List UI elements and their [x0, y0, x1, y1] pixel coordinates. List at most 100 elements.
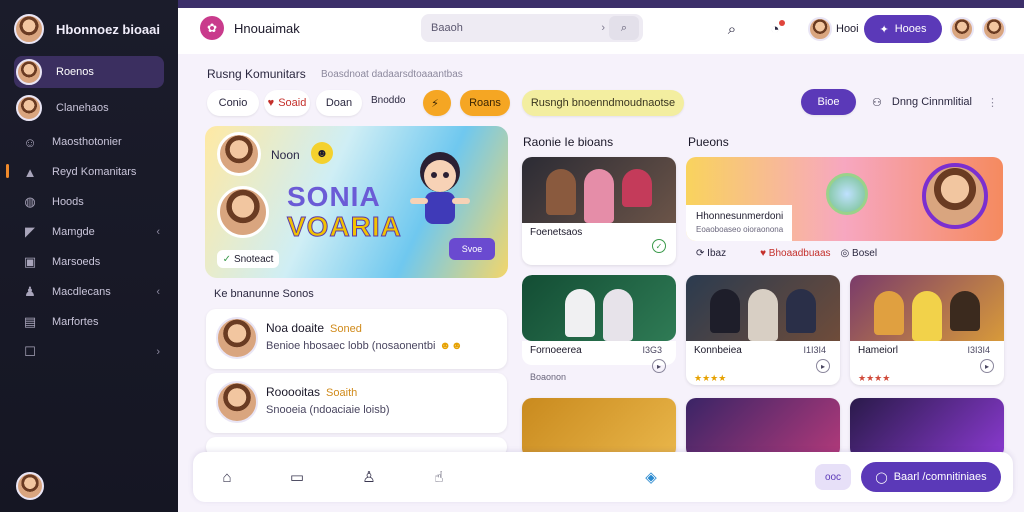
user-avatar[interactable] — [808, 17, 832, 41]
app-icon[interactable]: ◈ — [641, 467, 661, 487]
list-title: Ke bnanunne Sonos — [214, 288, 314, 300]
video-card[interactable]: Konnbeiea I1I3I4 ▸ ★★★★ — [686, 275, 840, 385]
chip-dnng[interactable]: ⚇ Dnng Cinnmlitial ⋮ — [864, 89, 1004, 115]
video-card[interactable]: Foenetsaos ✓ — [522, 157, 676, 265]
square-icon: ☐ — [24, 344, 36, 359]
card-meta: I3I3I4 — [967, 345, 990, 355]
message-name-text: Noa doaite — [266, 321, 325, 335]
profile-avatar[interactable] — [16, 472, 44, 500]
search-icon[interactable]: ⌕ — [609, 16, 639, 40]
chat-icon[interactable]: ▭ — [287, 467, 307, 487]
featured-caption-box: Hhonnesunmerdoni Eoaoboaseo oioraonona — [686, 205, 792, 241]
app-logo-icon[interactable]: ✿ — [200, 16, 224, 40]
search-input[interactable]: Baaoh › ⌕ — [421, 14, 643, 42]
view-toggle[interactable]: ooc — [815, 464, 851, 490]
heart-icon: ♥ — [267, 97, 275, 109]
chip-doan[interactable]: Doan — [316, 90, 362, 116]
check-icon[interactable]: ✓ — [652, 239, 666, 253]
sidebar-item-hoods[interactable]: ◍ Hoods — [14, 186, 164, 218]
video-card[interactable]: Fornoeerea I3G3 ▸ Boaonon — [522, 275, 676, 385]
message-text: Snooeia (ndoaciaie loisb) — [266, 404, 390, 416]
sidebar-item-label: Hoods — [52, 196, 84, 208]
sidebar-item-label: Macdlecans — [52, 286, 111, 298]
sidebar-item-clanehaos[interactable]: Clanehaos — [14, 92, 164, 124]
toggle-label: ooc — [824, 471, 842, 483]
action-three[interactable]: ◎ Bosel — [841, 248, 878, 259]
featured-actions: ⟳ Ibaz ♥ Bhoaadbuaas ◎ Bosel — [696, 248, 877, 259]
brand[interactable]: Hbonnoez bioaai — [14, 14, 160, 44]
page-title: Hnouaimak — [234, 21, 300, 36]
friend-avatar[interactable] — [950, 17, 974, 41]
hero-button[interactable]: Svoe — [449, 238, 495, 260]
video-card[interactable]: Hameiorl I3I3I4 ▸ ★★★★ — [850, 275, 1004, 385]
header-action-button[interactable]: ✦ Hooes — [864, 15, 942, 43]
header-action-label: Hooes — [894, 23, 927, 35]
community-button[interactable]: ◯ Baarl /comnitiniaes — [861, 462, 1001, 492]
sidebar-item-marsoeds[interactable]: ▣ Marsoeds — [14, 246, 164, 278]
community-subtitle: Boasdnoat dadaarsdtoaaantbas — [321, 69, 463, 80]
video-card[interactable] — [522, 398, 676, 458]
chip-label: Bioe — [817, 96, 840, 108]
play-icon[interactable]: ▸ — [980, 359, 994, 373]
smile-icon: ☺ — [23, 134, 37, 150]
sidebar-item-reyd-komanitars[interactable]: ▲ Reyd Komanitars — [14, 156, 164, 188]
message-tag: Soaith — [326, 387, 358, 399]
sidebar-item-macdlecans[interactable]: ♟ Macdlecans ‹ — [14, 276, 164, 308]
sidebar-item-more[interactable]: ☐ › — [14, 336, 164, 368]
play-icon[interactable]: ▸ — [816, 359, 830, 373]
chip-label: Rusngh bnoenndmoudnaotse — [530, 97, 676, 109]
chip-label: Roans — [469, 97, 501, 109]
bottom-dock: ⌂ ▭ ♙ ☝ ◈ ooc ◯ Baarl /comnitiniaes — [193, 452, 1013, 502]
chevron-left-icon[interactable]: ‹ — [156, 286, 160, 298]
users-icon[interactable]: ♙ — [359, 467, 379, 487]
search-icon[interactable]: ⌕ — [721, 18, 743, 40]
action-label: Bosel — [852, 248, 878, 259]
top-header: ✿ Hnouaimak Baaoh › ⌕ ⌕ ◔ Hooi ✦ Hooes — [178, 0, 1024, 54]
sidebar-item-label: Reyd Komanitars — [52, 166, 137, 178]
sidebar-item-marfortes[interactable]: ▤ Marfortes — [14, 306, 164, 338]
people-illustration — [522, 169, 676, 223]
pointer-icon[interactable]: ☝ — [429, 467, 449, 487]
sidebar-item-roenos[interactable]: Roenos — [14, 56, 164, 88]
chip-roans[interactable]: Roans — [460, 90, 510, 116]
chevron-left-icon[interactable]: ‹ — [156, 226, 160, 238]
action-label: Bhoaadbuaas — [768, 248, 831, 259]
hero-line2: VOARIA — [287, 211, 402, 242]
card-meta: I1I3I4 — [803, 345, 826, 355]
action-two[interactable]: ♥ Bhoaadbuaas — [760, 248, 830, 259]
chevron-right-icon[interactable]: › — [156, 346, 160, 358]
grid-icon: ▤ — [23, 314, 37, 329]
people-illustration — [686, 289, 840, 341]
video-card[interactable] — [850, 398, 1004, 458]
chip-rusngh[interactable]: Rusngh bnoenndmoudnaotse — [522, 90, 684, 116]
chip-label: Dnng Cinnmlitial — [891, 96, 972, 108]
message-item[interactable]: Noa doaite Soned Benioe hbosaec lobb (nos… — [206, 309, 507, 369]
chip-bioe[interactable]: Bioe — [801, 89, 856, 115]
message-avatar — [216, 381, 258, 423]
video-card[interactable] — [686, 398, 840, 458]
chip-bnoddo[interactable]: Bnoddo — [371, 95, 405, 106]
home-icon[interactable]: ⌂ — [217, 467, 237, 487]
play-icon[interactable]: ▸ — [652, 359, 666, 373]
hero-avatar — [217, 186, 269, 238]
hero-avatar — [217, 132, 261, 176]
message-body: Benioe hbosaec lobb (nosaonentbi — [266, 340, 436, 352]
featured-card[interactable]: Hhonnesunmerdoni Eoaoboaseo oioraonona — [686, 157, 1003, 241]
action-one[interactable]: ⟳ Ibaz — [696, 248, 726, 259]
featured-caption: Hhonnesunmerdoni — [696, 211, 784, 222]
hero-banner[interactable]: Noon ☻ SONIA VOARIA ✓ Snoteact Svoe — [205, 126, 508, 278]
sidebar-item-mamgde[interactable]: ◤ Mamgde ‹ — [14, 216, 164, 248]
flash-button[interactable]: ⚡ — [423, 90, 451, 116]
friend-avatar[interactable] — [982, 17, 1006, 41]
refresh-icon: ⟳ — [696, 248, 705, 259]
sidebar-item-maosthotonier[interactable]: ☺ Maosthotonier — [14, 126, 164, 158]
sidebar-item-label: Marfortes — [52, 316, 99, 328]
chip-conio[interactable]: Conio — [207, 90, 259, 116]
megaphone-icon: ◤ — [25, 224, 35, 239]
mascot-illustration — [410, 152, 470, 224]
chip-soaid[interactable]: ♥ Soaid — [264, 90, 310, 116]
more-icon[interactable]: ⋮ — [987, 96, 998, 109]
badge-icon — [826, 173, 868, 215]
bell-icon[interactable]: ◔ — [764, 18, 786, 40]
message-item[interactable]: Rooooitas Soaith Snooeia (ndoaciaie loisb… — [206, 373, 507, 433]
